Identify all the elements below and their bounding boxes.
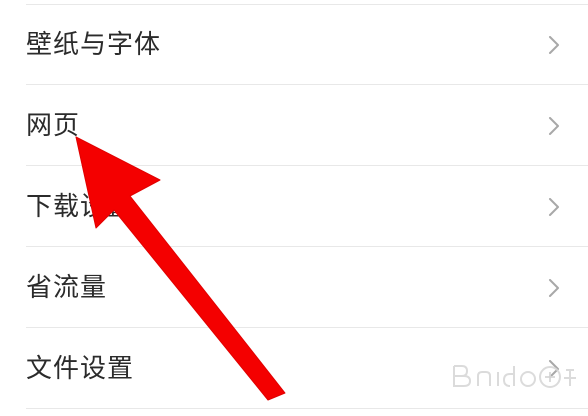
settings-item-label: 文件设置	[26, 354, 135, 384]
divider	[26, 327, 588, 328]
chevron-right-icon	[549, 279, 559, 297]
divider	[26, 408, 588, 409]
settings-item-data-saver[interactable]: 省流量	[0, 248, 588, 328]
settings-item-label: 省流量	[26, 273, 108, 303]
settings-list: 壁纸与字体 网页 下载设置 省流量 文件设置	[0, 0, 588, 416]
chevron-right-icon	[549, 360, 559, 378]
settings-item-download[interactable]: 下载设置	[0, 167, 588, 247]
chevron-right-icon	[549, 198, 559, 216]
chevron-right-icon	[549, 117, 559, 135]
settings-item-label: 下载设置	[26, 192, 135, 222]
settings-item-webpage[interactable]: 网页	[0, 86, 588, 166]
chevron-right-icon	[549, 36, 559, 54]
divider	[26, 246, 588, 247]
settings-item-label: 壁纸与字体	[26, 30, 162, 60]
divider	[26, 165, 588, 166]
settings-item-file[interactable]: 文件设置	[0, 329, 588, 409]
settings-item-wallpaper-font[interactable]: 壁纸与字体	[0, 5, 588, 85]
settings-item-label: 网页	[26, 111, 81, 141]
divider	[26, 84, 588, 85]
